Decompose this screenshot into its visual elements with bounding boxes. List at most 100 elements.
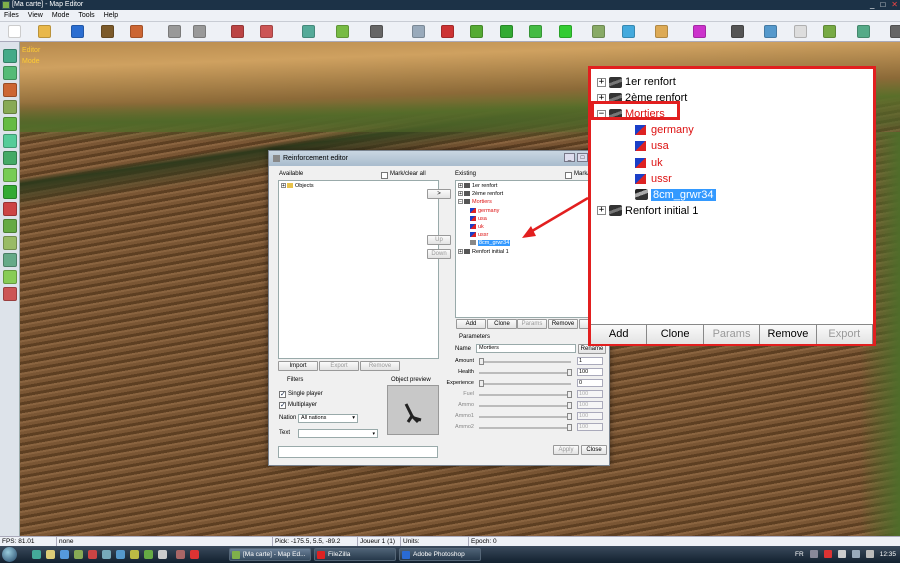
expand-icon[interactable]: + bbox=[597, 77, 606, 87]
callout-node-uk[interactable]: uk bbox=[635, 156, 663, 170]
up-button[interactable]: Up bbox=[427, 235, 451, 245]
pointer-icon[interactable] bbox=[411, 25, 425, 38]
quicklaunch-icon[interactable] bbox=[102, 550, 111, 559]
road-icon[interactable] bbox=[470, 25, 484, 38]
expand-icon[interactable]: + bbox=[458, 248, 463, 254]
param-value[interactable]: 0 bbox=[577, 379, 603, 387]
dialog-close-text-button[interactable]: Close bbox=[581, 445, 607, 455]
tree-node-germany[interactable]: germany bbox=[470, 208, 499, 215]
slider-knob[interactable] bbox=[567, 402, 572, 409]
save-icon[interactable] bbox=[71, 25, 85, 38]
description-field[interactable] bbox=[278, 446, 438, 458]
menu-tools[interactable]: Tools bbox=[78, 10, 94, 21]
height-tool-icon[interactable] bbox=[3, 168, 17, 182]
quicklaunch-icon[interactable] bbox=[190, 550, 199, 559]
water-tool-icon[interactable] bbox=[3, 270, 17, 284]
trigger-icon[interactable] bbox=[730, 25, 744, 38]
minimize-button[interactable]: _ bbox=[870, 0, 874, 10]
expand-icon[interactable]: + bbox=[597, 206, 606, 216]
water-icon[interactable] bbox=[621, 25, 635, 38]
layer-icon[interactable] bbox=[823, 25, 837, 38]
grid-icon[interactable] bbox=[369, 25, 383, 38]
tree-node-ussr[interactable]: ussr bbox=[470, 232, 488, 239]
light-icon[interactable] bbox=[793, 25, 807, 38]
quicklaunch-icon[interactable] bbox=[32, 550, 41, 559]
single-player-checkbox[interactable] bbox=[279, 390, 286, 398]
param-slider[interactable] bbox=[479, 427, 571, 429]
redo-icon[interactable] bbox=[193, 25, 207, 38]
brush-icon[interactable] bbox=[231, 25, 244, 38]
import-button[interactable]: Import bbox=[278, 361, 318, 371]
terrain-tool-icon[interactable] bbox=[3, 49, 17, 63]
slider-knob[interactable] bbox=[479, 380, 484, 387]
move-right-button[interactable]: > bbox=[427, 189, 451, 199]
callout-params-button[interactable]: Params bbox=[703, 325, 761, 344]
expand-icon[interactable]: + bbox=[458, 191, 463, 197]
quicklaunch-icon[interactable] bbox=[116, 550, 125, 559]
tree-add-button[interactable]: Add bbox=[456, 319, 486, 329]
quicklaunch-icon[interactable] bbox=[176, 550, 185, 559]
param-value[interactable]: 1 bbox=[577, 357, 603, 365]
unit-tool-icon[interactable] bbox=[3, 253, 17, 267]
expand-icon[interactable]: + bbox=[281, 183, 286, 189]
quicklaunch-icon[interactable] bbox=[158, 550, 167, 559]
rock-icon[interactable] bbox=[558, 25, 572, 38]
new-icon[interactable] bbox=[8, 25, 22, 38]
tree-clone-button[interactable]: Clone bbox=[487, 319, 517, 329]
task-photoshop[interactable]: Adobe Photoshop bbox=[399, 548, 481, 561]
objects-node[interactable]: + Objects bbox=[281, 183, 314, 190]
forest-tool-icon[interactable] bbox=[3, 117, 17, 131]
collapse-icon[interactable]: − bbox=[458, 199, 463, 205]
task-map-editor[interactable]: [Ma carte] - Map Ed... bbox=[229, 548, 311, 561]
callout-node-ussr[interactable]: ussr bbox=[635, 172, 672, 186]
quicklaunch-icon[interactable] bbox=[144, 550, 153, 559]
open-icon[interactable] bbox=[37, 25, 51, 38]
callout-clone-button[interactable]: Clone bbox=[647, 325, 704, 344]
start-button[interactable] bbox=[2, 547, 17, 562]
nation-select[interactable]: All nations ▾ bbox=[298, 414, 358, 423]
script-icon[interactable] bbox=[693, 25, 706, 38]
object-tool-icon[interactable] bbox=[3, 236, 17, 250]
param-slider[interactable] bbox=[479, 394, 571, 396]
existing-mark-checkbox[interactable] bbox=[565, 172, 572, 179]
callout-export-button[interactable]: Export bbox=[816, 325, 874, 344]
callout-node-1er-renfort[interactable]: +1er renfort bbox=[597, 75, 676, 89]
house-icon[interactable] bbox=[592, 25, 606, 38]
slider-knob[interactable] bbox=[567, 391, 572, 398]
callout-node-8cm-grwr34[interactable]: 8cm_grwr34 bbox=[635, 188, 716, 202]
param-slider[interactable] bbox=[479, 361, 571, 363]
menu-mode[interactable]: Mode bbox=[52, 10, 70, 21]
callout-node-usa[interactable]: usa bbox=[635, 139, 669, 153]
callout-add-button[interactable]: Add bbox=[591, 325, 648, 344]
param-slider[interactable] bbox=[479, 416, 571, 418]
unit-icon[interactable] bbox=[441, 25, 454, 38]
export-button[interactable]: Export bbox=[319, 361, 359, 371]
slider-knob[interactable] bbox=[567, 424, 572, 431]
down-button[interactable]: Down bbox=[427, 249, 451, 259]
options-icon[interactable] bbox=[890, 25, 900, 38]
param-slider[interactable] bbox=[479, 383, 571, 385]
callout-node-germany[interactable]: germany bbox=[635, 123, 694, 137]
road-tool-icon[interactable] bbox=[3, 100, 17, 114]
sound-icon[interactable] bbox=[764, 25, 778, 38]
volume-icon[interactable] bbox=[865, 550, 874, 558]
tree-node-8cm-grwr34[interactable]: 8cm_grwr34 bbox=[470, 240, 511, 247]
param-value[interactable]: 100 bbox=[577, 412, 603, 420]
multiplayer-checkbox[interactable] bbox=[279, 401, 286, 409]
terrain-icon[interactable] bbox=[100, 25, 114, 38]
dialog-maximize-button[interactable]: □ bbox=[577, 153, 588, 162]
quicklaunch-icon[interactable] bbox=[74, 550, 83, 559]
apply-button[interactable]: Apply bbox=[553, 445, 579, 455]
undo-icon[interactable] bbox=[168, 25, 181, 38]
tree-node-renfort-initial-1[interactable]: + Renfort initial 1 bbox=[458, 249, 509, 256]
param-value[interactable]: 100 bbox=[577, 390, 603, 398]
tray-icon[interactable] bbox=[823, 550, 832, 558]
tree-remove-button[interactable]: Remove bbox=[548, 319, 578, 329]
existing-tree[interactable]: +1er renfort +2ème renfort − Mortiers german… bbox=[455, 180, 605, 318]
quicklaunch-icon[interactable] bbox=[88, 550, 97, 559]
slider-knob[interactable] bbox=[567, 413, 572, 420]
tree-node-mortiers[interactable]: − Mortiers bbox=[458, 199, 492, 206]
tray-icon[interactable] bbox=[809, 550, 818, 558]
reinforcement-icon[interactable] bbox=[856, 25, 870, 38]
height-icon[interactable] bbox=[336, 25, 349, 38]
